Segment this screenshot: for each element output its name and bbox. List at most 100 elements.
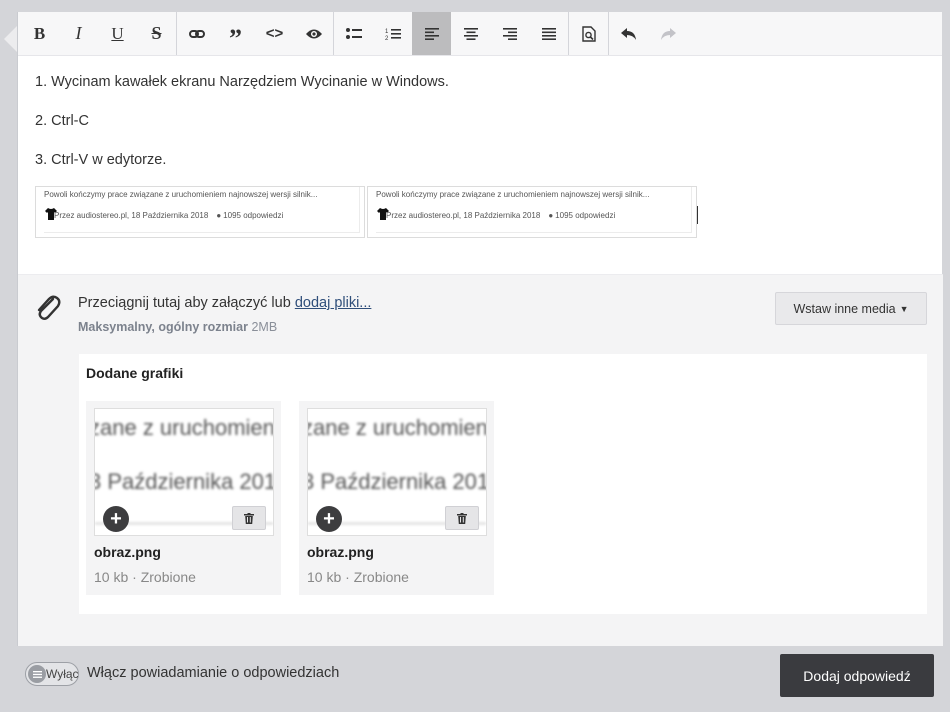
- preview-text: 3 Października 201: [94, 469, 274, 494]
- added-images-panel: Dodane grafiki zane z uruchomien 3 Paźdz…: [79, 354, 927, 614]
- link-button[interactable]: [177, 12, 216, 55]
- editor-line: 1. Wycinam kawałek ekranu Narzędziem Wyc…: [35, 74, 449, 90]
- attachments-area[interactable]: Przeciągnij tutaj aby załączyć lub dodaj…: [18, 274, 943, 646]
- preview-icon: [305, 29, 322, 38]
- max-size-info: Maksymalny, ogólny rozmiar 2MB: [78, 320, 277, 334]
- align-center-button[interactable]: [451, 12, 490, 55]
- preview-text: zane z uruchomien: [307, 415, 487, 440]
- editor-content[interactable]: 1. Wycinam kawałek ekranu Narzędziem Wyc…: [18, 56, 942, 238]
- redo-icon: [660, 27, 676, 40]
- image-thumbnail[interactable]: zane z uruchomien 3 Października 201 +: [307, 408, 487, 536]
- numbered-list-button[interactable]: 12: [373, 12, 412, 55]
- embed-replies: 1095 odpowiedzi: [223, 211, 284, 220]
- preview-group: [569, 12, 609, 55]
- embed-title: Powoli kończymy prace związane z uruchom…: [376, 190, 650, 199]
- italic-button[interactable]: I: [59, 12, 98, 55]
- align-right-icon: [502, 27, 517, 40]
- editor-line: 2. Ctrl-C: [35, 113, 89, 129]
- insert-group: ” <>: [177, 12, 334, 55]
- redo-button[interactable]: [648, 12, 687, 55]
- paperclip-icon: [37, 295, 61, 320]
- quote-icon: ”: [229, 23, 242, 53]
- align-justify-button[interactable]: [529, 12, 568, 55]
- align-left-button[interactable]: [412, 12, 451, 55]
- menu-icon: [32, 670, 42, 678]
- trash-icon: [457, 512, 467, 524]
- align-right-button[interactable]: [490, 12, 529, 55]
- strikethrough-button[interactable]: S: [137, 12, 176, 55]
- embed-author: Przez audiostereo.pl, 18 Października 20…: [386, 211, 541, 220]
- image-thumbnail[interactable]: zane z uruchomien 3 Października 201 +: [94, 408, 274, 536]
- text-style-group: B I U S: [20, 12, 177, 55]
- numbered-list-icon: 12: [385, 28, 401, 41]
- max-size-value: 2MB: [251, 320, 278, 334]
- caret-down-icon: ▼: [899, 303, 909, 314]
- delete-image-button[interactable]: [232, 506, 266, 530]
- plus-icon: +: [110, 508, 122, 530]
- gallery-title: Dodane grafiki: [86, 365, 184, 381]
- delete-image-button[interactable]: [445, 506, 479, 530]
- max-size-label: Maksymalny, ogólny rozmiar: [78, 320, 248, 334]
- comment-icon: ●: [548, 211, 554, 220]
- pasted-image[interactable]: Powoli kończymy prace związane z uruchom…: [35, 186, 365, 238]
- submit-reply-button[interactable]: Dodaj odpowiedź: [780, 654, 934, 697]
- notify-label: Włącz powiadamianie o odpowiedziach: [87, 665, 340, 681]
- image-meta: 10 kb · Zrobione: [94, 569, 196, 585]
- notify-toggle[interactable]: Wyłąc: [25, 662, 79, 686]
- embed-meta: Przez audiostereo.pl, 18 Października 20…: [386, 211, 615, 220]
- source-preview-icon: [581, 25, 596, 42]
- drop-instructions: Przeciągnij tutaj aby załączyć lub dodaj…: [78, 295, 371, 311]
- image-meta: 10 kb · Zrobione: [307, 569, 409, 585]
- bullet-list-button[interactable]: [334, 12, 373, 55]
- toggle-state-label: Wyłąc: [46, 667, 79, 681]
- align-left-icon: [424, 27, 439, 40]
- image-filename: obraz.png: [94, 544, 161, 560]
- collapse-tab[interactable]: [4, 26, 17, 52]
- reply-footer: Wyłąc Włącz powiadamianie o odpowiedziac…: [17, 646, 942, 704]
- bullet-list-icon: [345, 28, 362, 39]
- bold-icon: B: [33, 23, 46, 43]
- comment-icon: ●: [216, 211, 222, 220]
- insert-image-button[interactable]: +: [316, 506, 342, 532]
- spoiler-button[interactable]: [294, 12, 333, 55]
- insert-image-button[interactable]: +: [103, 506, 129, 532]
- quote-button[interactable]: ”: [216, 12, 255, 55]
- code-icon: <>: [265, 25, 284, 42]
- undo-icon: [620, 27, 636, 40]
- underline-button[interactable]: U: [98, 12, 137, 55]
- list-align-group: 12: [334, 12, 569, 55]
- bold-button[interactable]: B: [20, 12, 59, 55]
- insert-media-label: Wstaw inne media: [793, 301, 896, 316]
- editor-line: 3. Ctrl-V w edytorze.: [35, 152, 167, 168]
- insert-media-button[interactable]: Wstaw inne media ▼: [775, 292, 927, 325]
- svg-text:2: 2: [385, 36, 389, 41]
- undo-button[interactable]: [609, 12, 648, 55]
- underline-icon: U: [111, 23, 124, 43]
- code-button[interactable]: <>: [255, 12, 294, 55]
- embed-author: Przez audiostereo.pl, 18 Października 20…: [54, 211, 209, 220]
- editor-toolbar: B I U S ” <> 12: [18, 12, 942, 56]
- align-justify-icon: [541, 27, 556, 40]
- toggle-knob: [28, 665, 46, 683]
- embed-replies: 1095 odpowiedzi: [555, 211, 616, 220]
- svg-text:1: 1: [385, 29, 389, 35]
- reply-editor: B I U S ” <> 12 1. Wycinam kawałek ekran…: [17, 12, 943, 646]
- image-card[interactable]: zane z uruchomien 3 Października 201 + o…: [299, 401, 494, 595]
- plus-icon: +: [323, 508, 335, 530]
- add-files-link[interactable]: dodaj pliki...: [295, 295, 372, 311]
- pasted-images: Powoli kończymy prace związane z uruchom…: [35, 186, 924, 238]
- drop-text: Przeciągnij tutaj aby załączyć lub: [78, 295, 291, 311]
- preview-text: 3 Października 201: [307, 469, 487, 494]
- embed-title: Powoli kończymy prace związane z uruchom…: [44, 190, 318, 199]
- pasted-image[interactable]: Powoli kończymy prace związane z uruchom…: [367, 186, 697, 238]
- embed-meta: Przez audiostereo.pl, 18 Października 20…: [54, 211, 283, 220]
- italic-icon: I: [75, 23, 82, 43]
- source-preview-button[interactable]: [569, 12, 608, 55]
- image-filename: obraz.png: [307, 544, 374, 560]
- link-icon: [188, 29, 205, 38]
- trash-icon: [244, 512, 254, 524]
- text-cursor: [697, 206, 698, 224]
- align-center-icon: [463, 27, 478, 40]
- image-card[interactable]: zane z uruchomien 3 Października 201 + o…: [86, 401, 281, 595]
- strikethrough-icon: S: [151, 23, 162, 43]
